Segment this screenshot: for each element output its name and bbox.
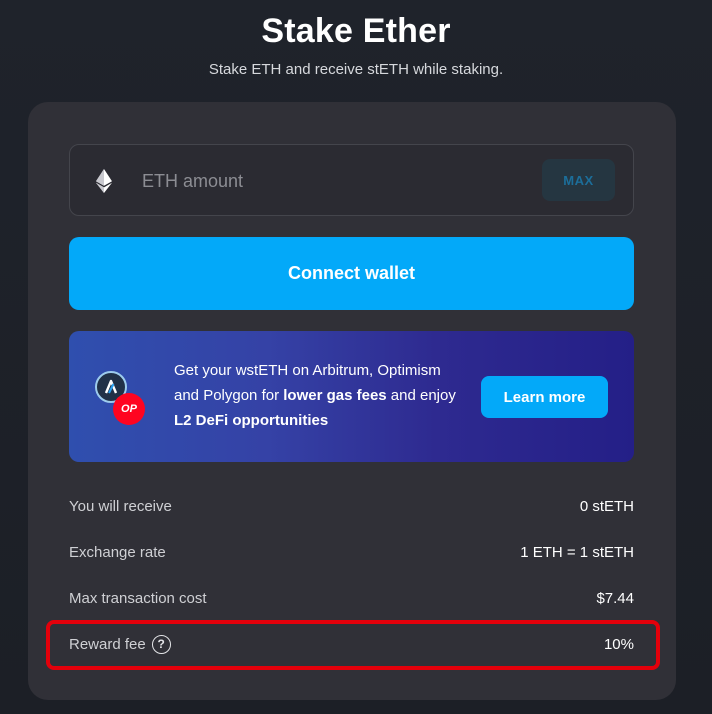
l2-promo-banner: OP Get your wstETH on Arbitrum, Optimism… <box>69 331 634 462</box>
max-cost-value: $7.44 <box>596 589 634 607</box>
page-title: Stake Ether <box>261 12 451 50</box>
reward-fee-label-group: Reward fee ? <box>69 634 171 654</box>
receive-label: You will receive <box>69 497 172 515</box>
learn-more-button[interactable]: Learn more <box>481 376 608 418</box>
connect-wallet-button[interactable]: Connect wallet <box>69 237 634 310</box>
l2-network-icons: OP <box>95 371 147 425</box>
page-subtitle: Stake ETH and receive stETH while stakin… <box>208 61 504 78</box>
promo-text: Get your wstETH on Arbitrum, Optimism an… <box>174 358 464 433</box>
exchange-rate-value: 1 ETH = 1 stETH <box>520 543 634 561</box>
info-row-receive: You will receive 0 stETH <box>69 494 634 518</box>
info-row-max-cost: Max transaction cost $7.44 <box>69 586 634 610</box>
stake-card: MAX Connect wallet OP Get your wstETH on… <box>28 102 676 700</box>
promo-text-part2: and enjoy <box>386 387 456 404</box>
info-row-reward-fee: Reward fee ? 10% <box>69 632 634 656</box>
promo-text-bold1: lower gas fees <box>283 387 387 404</box>
reward-fee-value: 10% <box>603 635 634 653</box>
reward-fee-label: Reward fee <box>69 635 146 653</box>
optimism-icon: OP <box>113 393 145 425</box>
stake-page: Stake Ether Stake ETH and receive stETH … <box>0 0 712 714</box>
eth-amount-field[interactable]: MAX <box>69 144 634 216</box>
receive-value: 0 stETH <box>579 497 634 515</box>
eth-amount-input[interactable] <box>142 167 522 195</box>
info-row-exchange-rate: Exchange rate 1 ETH = 1 stETH <box>69 540 634 564</box>
max-cost-label: Max transaction cost <box>69 589 207 607</box>
ethereum-icon <box>96 169 112 193</box>
help-icon[interactable]: ? <box>151 634 171 654</box>
max-button[interactable]: MAX <box>542 159 615 201</box>
promo-text-bold2: L2 DeFi opportunities <box>174 412 329 429</box>
exchange-rate-label: Exchange rate <box>69 543 166 561</box>
